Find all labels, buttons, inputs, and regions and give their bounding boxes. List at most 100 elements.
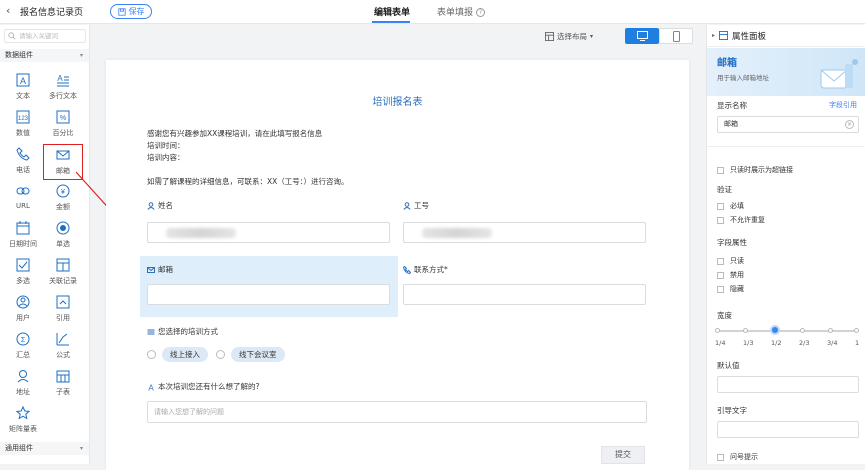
slider-stop[interactable] — [743, 328, 748, 333]
width-tick: 1/2 — [771, 339, 782, 347]
readonly-checkbox[interactable]: 只读 — [717, 256, 744, 266]
mobile-view-button[interactable] — [659, 28, 693, 44]
comp-label: 用户 — [16, 314, 30, 322]
comp-relation[interactable]: 关联记录 — [43, 255, 83, 291]
default-value-input[interactable] — [717, 376, 859, 393]
width-tick: 1/3 — [743, 339, 754, 347]
save-button[interactable]: 保存 — [110, 4, 152, 19]
radio-circle[interactable] — [147, 350, 156, 359]
field-attr-label: 字段属性 — [717, 238, 747, 247]
comp-number[interactable]: 123 数值 — [3, 107, 43, 143]
checkbox-box[interactable] — [717, 271, 724, 279]
comp-formula[interactable]: 公式 — [43, 329, 83, 365]
help-icon[interactable]: ? — [476, 8, 486, 17]
width-slider-track[interactable] — [717, 330, 857, 332]
tab-edit-form[interactable]: 编辑表单 — [374, 5, 410, 18]
chevron-right-icon[interactable]: ▸ — [712, 32, 715, 39]
group-data-components[interactable]: 数据组件 ▾ — [0, 49, 89, 62]
name-input[interactable] — [147, 222, 390, 243]
hint-checkbox[interactable]: 问号提示 — [717, 452, 758, 462]
comp-user[interactable]: 用户 — [3, 292, 43, 328]
radio-circle[interactable] — [216, 350, 225, 359]
checkbox-box[interactable] — [717, 285, 724, 293]
svg-text:A: A — [148, 383, 154, 391]
disabled-checkbox[interactable]: 禁用 — [717, 270, 744, 280]
checkbox-box[interactable] — [717, 216, 724, 224]
employee-id-input[interactable] — [403, 222, 646, 243]
comp-datetime[interactable]: 日期时间 — [3, 218, 43, 254]
formula-icon — [56, 333, 69, 346]
checkbox-box[interactable] — [717, 166, 724, 174]
question-input[interactable]: 请输入您想了解的问题 — [147, 401, 647, 423]
comp-address[interactable]: 地址 — [3, 366, 43, 402]
comp-label: 日期时间 — [9, 240, 37, 248]
comp-label: URL — [16, 202, 30, 210]
close-icon[interactable]: × — [845, 120, 854, 129]
field-question-label: A 本次培训您还有什么想了解的? — [147, 381, 259, 392]
radio-online[interactable]: 线上接入 — [147, 347, 208, 362]
layout-select[interactable]: 选择布局 ▾ — [545, 31, 593, 42]
comp-email[interactable]: 邮箱 — [43, 144, 83, 180]
comp-reference[interactable]: 引用 — [43, 292, 83, 328]
group-common-components[interactable]: 通用组件 ▾ — [0, 442, 89, 455]
field-reference-link[interactable]: 字段引用 — [829, 100, 857, 110]
guide-text-input[interactable] — [717, 421, 859, 438]
hidden-label: 隐藏 — [730, 285, 744, 293]
contact-input[interactable] — [403, 284, 646, 305]
search-placeholder: 请输入关键词 — [19, 32, 58, 40]
comp-summary[interactable]: Σ 汇总 — [3, 329, 43, 365]
desktop-view-button[interactable] — [625, 28, 659, 44]
field-question-text: 本次培训您还有什么想了解的? — [158, 382, 260, 391]
comp-subtable[interactable]: 子表 — [43, 366, 83, 402]
slider-stop[interactable] — [715, 328, 720, 333]
field-type-card: 邮箱 用于输入邮箱地址 — [707, 48, 865, 96]
comp-percent[interactable]: % 百分比 — [43, 107, 83, 143]
comp-label: 邮箱 — [56, 167, 70, 175]
tab-fill-form-label: 表单填报 — [437, 8, 474, 18]
width-slider-handle[interactable] — [770, 325, 780, 335]
field-id-label: 工号 — [403, 200, 429, 211]
comp-money[interactable]: ¥ 金额 — [43, 181, 83, 217]
comp-label: 公式 — [56, 351, 70, 359]
list-icon — [147, 329, 155, 334]
submit-button[interactable]: 提交 — [601, 446, 645, 464]
radio-offline[interactable]: 线下会议室 — [216, 347, 285, 362]
checkbox-box[interactable] — [717, 257, 724, 265]
no-duplicate-checkbox[interactable]: 不允许重复 — [717, 215, 765, 225]
display-name-input[interactable]: 邮箱 × — [717, 116, 859, 133]
location-icon — [17, 370, 29, 383]
comp-label: 矩阵量表 — [9, 425, 37, 433]
readonly-link-checkbox[interactable]: 只读时展示为超链接 — [717, 165, 793, 175]
field-contact-label: 联系方式* — [403, 264, 448, 275]
checkbox-box[interactable] — [717, 202, 724, 210]
comp-label: 引用 — [56, 314, 70, 322]
required-checkbox[interactable]: 必填 — [717, 201, 744, 211]
email-input[interactable] — [147, 284, 390, 305]
summary-icon: Σ — [16, 332, 30, 346]
svg-text:A: A — [20, 76, 26, 86]
form-intro-line: 培训时间： — [147, 141, 185, 150]
search-input[interactable]: 请输入关键词 — [4, 29, 86, 43]
comp-text[interactable]: A 文本 — [3, 70, 43, 106]
hidden-checkbox[interactable]: 隐藏 — [717, 284, 744, 294]
comp-matrix[interactable]: 矩阵量表 — [3, 403, 43, 439]
percent-icon: % — [56, 110, 70, 124]
comp-url[interactable]: URL — [3, 181, 43, 217]
comp-checkbox[interactable]: 多选 — [3, 255, 43, 291]
comp-multiline-text[interactable]: A 多行文本 — [43, 70, 83, 106]
tab-fill-form[interactable]: 表单填报? — [437, 5, 486, 18]
field-name-text: 姓名 — [158, 201, 173, 210]
save-label: 保存 — [128, 7, 145, 16]
comp-phone[interactable]: 电话 — [3, 144, 43, 180]
slider-stop[interactable] — [828, 328, 833, 333]
card-subtitle: 用于输入邮箱地址 — [717, 74, 769, 82]
slider-stop[interactable] — [854, 328, 859, 333]
panel-title: 属性面板 — [732, 31, 767, 42]
user-icon — [16, 295, 30, 309]
slider-stop[interactable] — [800, 328, 805, 333]
chevron-left-icon[interactable]: ‹ — [6, 4, 10, 17]
form-title: 培训报名表 — [372, 97, 423, 108]
svg-text:¥: ¥ — [61, 189, 65, 196]
comp-radio[interactable]: 单选 — [43, 218, 83, 254]
checkbox-box[interactable] — [717, 453, 724, 461]
